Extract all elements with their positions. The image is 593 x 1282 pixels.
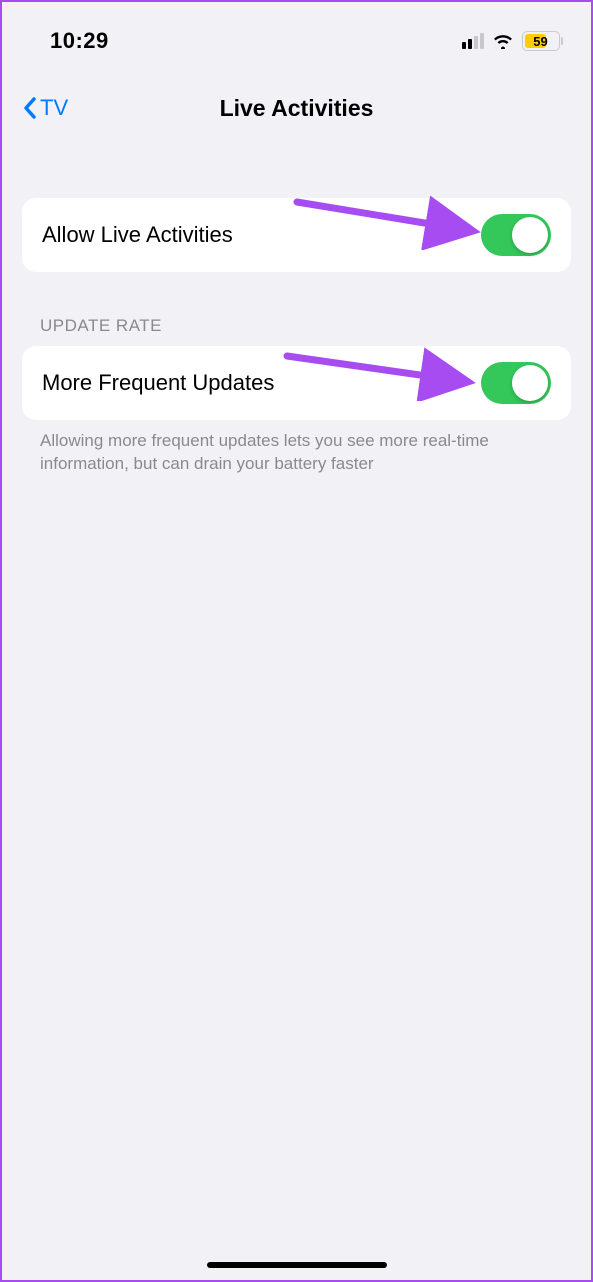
- toggle-knob: [512, 365, 548, 401]
- more-frequent-updates-toggle[interactable]: [481, 362, 551, 404]
- section-header: UPDATE RATE: [22, 316, 571, 346]
- cell-label: More Frequent Updates: [42, 370, 274, 396]
- page-title: Live Activities: [2, 95, 591, 122]
- cell-group: Allow Live Activities: [22, 198, 571, 272]
- section-footer: Allowing more frequent updates lets you …: [22, 420, 571, 476]
- status-time: 10:29: [50, 28, 109, 54]
- battery-indicator: 59: [522, 31, 564, 51]
- wifi-icon: [492, 33, 514, 49]
- navigation-bar: TV Live Activities: [2, 78, 591, 138]
- section-allow: Allow Live Activities: [2, 198, 591, 272]
- allow-live-activities-row: Allow Live Activities: [22, 198, 571, 272]
- home-indicator: [207, 1262, 387, 1268]
- section-update-rate: UPDATE RATE More Frequent Updates Allowi…: [2, 316, 591, 476]
- allow-live-activities-toggle[interactable]: [481, 214, 551, 256]
- more-frequent-updates-row: More Frequent Updates: [22, 346, 571, 420]
- back-label: TV: [40, 95, 68, 121]
- cellular-signal-icon: [462, 33, 484, 49]
- battery-percent: 59: [523, 34, 559, 49]
- chevron-left-icon: [22, 96, 38, 120]
- back-button[interactable]: TV: [12, 89, 78, 127]
- cell-group: More Frequent Updates: [22, 346, 571, 420]
- cell-label: Allow Live Activities: [42, 222, 233, 248]
- toggle-knob: [512, 217, 548, 253]
- status-bar: 10:29 59: [2, 2, 591, 62]
- status-indicators: 59: [462, 31, 564, 51]
